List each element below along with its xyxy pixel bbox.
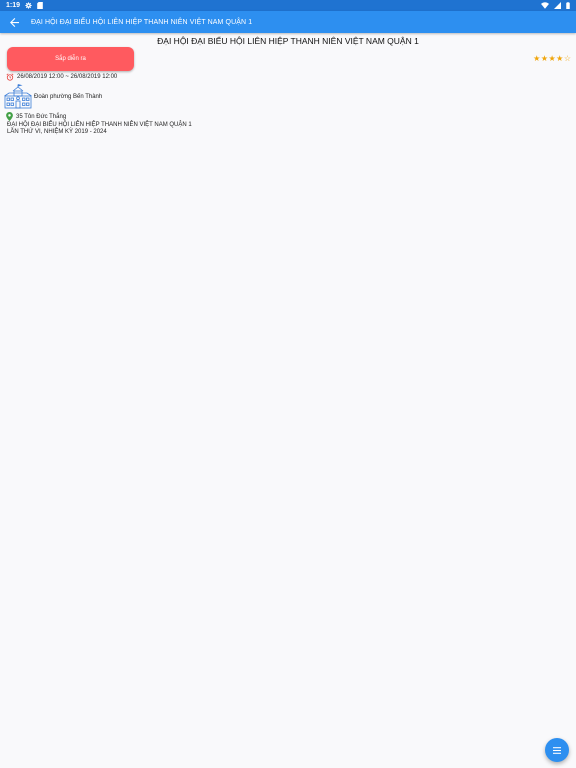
school-building-icon xyxy=(4,84,32,109)
star-filled-icon: ★ xyxy=(533,54,541,63)
status-left: 1:19 xyxy=(6,2,43,9)
menu-fab-button[interactable] xyxy=(545,738,569,762)
star-empty-icon: ☆ xyxy=(563,54,571,63)
battery-icon xyxy=(566,2,570,9)
status-bar: 1:19 xyxy=(0,0,576,11)
description-line: LẦN THỨ VI, NHIỆM KỲ 2019 - 2024 xyxy=(7,128,107,135)
status-right xyxy=(541,2,570,9)
event-time-range: 26/08/2019 12:00 ~ 26/08/2019 12:00 xyxy=(17,74,118,80)
star-filled-icon: ★ xyxy=(548,54,556,63)
sd-card-icon xyxy=(37,2,43,9)
event-description: ĐẠI HỘI ĐẠI BIỂU HỘI LIÊN HIỆP THANH NIÊ… xyxy=(7,122,307,136)
rating-stars: ★ ★ ★ ★ ☆ xyxy=(533,55,571,63)
app-bar-title: ĐẠI HỘI ĐẠI BIỂU HỘI LIÊN HIỆP THANH NIÊ… xyxy=(31,18,253,26)
location-pin-icon xyxy=(6,112,13,121)
event-address: 35 Tôn Đức Thắng xyxy=(16,113,67,120)
alarm-clock-icon xyxy=(6,73,14,81)
event-time-row: 26/08/2019 12:00 ~ 26/08/2019 12:00 xyxy=(6,73,117,81)
back-button[interactable] xyxy=(2,11,26,33)
event-title: ĐẠI HỘI ĐẠI BIỂU HỘI LIÊN HIỆP THANH NIÊ… xyxy=(157,36,419,46)
menu-icon xyxy=(553,746,561,754)
event-status-button[interactable]: Sắp diễn ra xyxy=(7,47,134,71)
organizer-name: Đoàn phường Bến Thành xyxy=(34,93,103,100)
wifi-icon xyxy=(541,2,549,9)
gear-icon xyxy=(25,2,32,9)
address-row: 35 Tôn Đức Thắng xyxy=(6,112,66,121)
status-time: 1:19 xyxy=(6,2,21,9)
app-bar: ĐẠI HỘI ĐẠI BIỂU HỘI LIÊN HIỆP THANH NIÊ… xyxy=(0,11,576,33)
organizer-row: Đoàn phường Bến Thành xyxy=(4,84,102,109)
arrow-back-icon xyxy=(9,17,19,27)
star-filled-icon: ★ xyxy=(540,54,548,63)
star-filled-icon: ★ xyxy=(556,54,564,63)
signal-icon xyxy=(554,2,561,9)
description-line: ĐẠI HỘI ĐẠI BIỂU HỘI LIÊN HIỆP THANH NIÊ… xyxy=(7,122,192,128)
